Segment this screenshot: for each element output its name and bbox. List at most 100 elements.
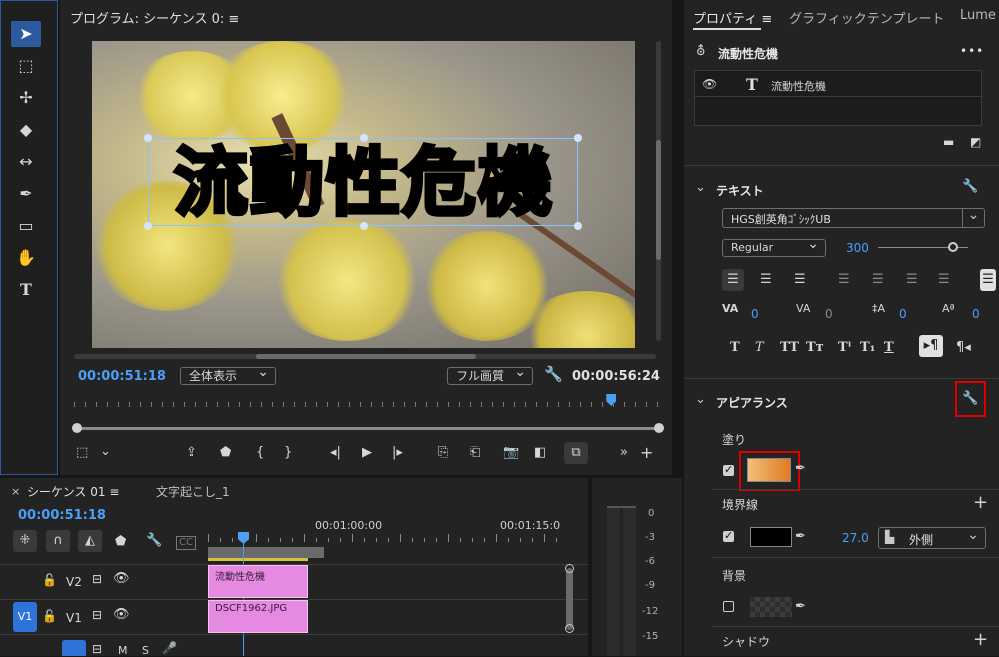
play-icon[interactable]: ▶ (362, 446, 372, 459)
add-button-icon[interactable]: + (640, 445, 653, 461)
tab-lumetri[interactable]: Lume (960, 8, 996, 23)
leading-icon[interactable]: ‡A (872, 303, 885, 314)
align-left-icon[interactable]: ☰ (722, 269, 744, 291)
program-current-time[interactable]: 00:00:51:18 (78, 369, 166, 384)
hand-tool-icon[interactable]: ✋ (11, 245, 41, 271)
ltr-direction-icon[interactable]: ▸¶ (919, 335, 943, 357)
pen-tool-icon[interactable]: ✒ (11, 181, 41, 207)
justify-right-icon[interactable]: ☰ (906, 273, 918, 286)
linked-selection-icon[interactable]: ◭ (78, 530, 102, 552)
step-back-icon[interactable]: ◂| (330, 446, 341, 459)
timeline-current-time[interactable]: 00:00:51:18 (18, 508, 106, 523)
more-options-icon[interactable]: ••• (960, 44, 984, 58)
new-layer-icon[interactable]: ◩ (970, 136, 981, 148)
baseline-shift-icon[interactable]: Aª (942, 303, 955, 314)
leading-value[interactable]: 0 (899, 307, 907, 321)
zoom-bar-left-handle[interactable] (72, 423, 82, 433)
stroke-width-value[interactable]: 27.0 (842, 531, 869, 545)
eyedropper-icon[interactable]: ✒ (795, 462, 806, 475)
layer-row[interactable] (695, 71, 981, 97)
compare-icon[interactable]: ◧ (534, 446, 546, 459)
add-marker-icon[interactable]: ⬟ (220, 446, 231, 459)
razor-tool-icon[interactable]: ◆ (11, 117, 41, 143)
multicam-icon[interactable]: ⧉ (564, 442, 588, 464)
chevron-down-icon[interactable]: ⌄ (695, 392, 706, 407)
justify-all-icon[interactable]: ☰ (938, 273, 950, 286)
mark-in-icon[interactable]: { (256, 446, 264, 459)
settings-wrench-icon[interactable]: 🔧 (544, 367, 563, 382)
zoom-dropdown[interactable]: 全体表示 (180, 364, 276, 385)
baseline-shift-value[interactable]: 0 (972, 307, 980, 321)
source-patch-a1[interactable] (62, 640, 86, 656)
timeline-vscroll-handle[interactable] (565, 624, 574, 633)
superscript-icon[interactable]: Tˡ (838, 341, 851, 354)
timeline-vscroll[interactable] (566, 568, 573, 630)
settings-wrench-icon[interactable]: 🔧 (146, 534, 162, 547)
font-size-value[interactable]: 300 (846, 241, 869, 255)
monitor-hscroll-thumb[interactable] (256, 354, 476, 359)
eyedropper-icon[interactable]: ✒ (795, 600, 806, 613)
background-color-swatch[interactable] (750, 597, 792, 617)
eye-icon[interactable]: 👁 (113, 608, 130, 621)
subscript-icon[interactable]: T₁ (860, 341, 875, 354)
snap-icon[interactable]: ∩ (46, 530, 70, 552)
more-controls-icon[interactable]: » (620, 446, 628, 459)
insert-icon[interactable]: ⎗ (470, 446, 480, 459)
align-center-icon[interactable]: ☰ (760, 273, 772, 286)
sync-lock-icon[interactable]: ⊟ (92, 643, 102, 655)
safe-margins-icon[interactable]: ⬚ (76, 446, 88, 459)
kerning-icon[interactable]: VA (722, 303, 738, 314)
zoom-bar-right-handle[interactable] (654, 423, 664, 433)
tracking-value[interactable]: 0 (825, 307, 833, 321)
font-size-slider-thumb[interactable] (948, 242, 958, 252)
lift-icon[interactable]: ⇪ (186, 446, 197, 459)
timeline-vscroll-handle[interactable] (565, 564, 574, 573)
track-select-tool-icon[interactable]: ⬚ (11, 53, 41, 79)
mark-out-icon[interactable]: } (284, 446, 292, 459)
sync-lock-icon[interactable]: ⊟ (92, 609, 102, 621)
mute-button[interactable]: M (118, 644, 128, 657)
eye-icon[interactable]: 👁 (702, 78, 717, 90)
selection-tool-icon[interactable]: ➤ (11, 21, 41, 47)
captions-icon[interactable]: CC (176, 536, 196, 550)
camera-icon[interactable]: 📷 (503, 446, 519, 459)
quality-dropdown[interactable]: フル画質 (447, 364, 533, 385)
faux-bold-icon[interactable]: T (730, 341, 740, 354)
justify-left-icon[interactable]: ☰ (838, 273, 850, 286)
source-patch-v1[interactable]: V1 (13, 602, 37, 632)
underline-icon[interactable]: T (884, 341, 894, 354)
rectangle-tool-icon[interactable]: ▭ (11, 213, 41, 239)
add-shadow-icon[interactable]: + (973, 631, 988, 649)
font-style-dropdown[interactable]: Regular (722, 236, 826, 257)
faux-italic-icon[interactable]: T (755, 341, 764, 354)
tracking-icon[interactable]: VA (796, 303, 810, 314)
program-playhead[interactable] (606, 394, 617, 406)
slip-tool-icon[interactable]: ↔ (11, 149, 41, 175)
stroke-checkbox[interactable] (723, 529, 734, 542)
type-tool-icon[interactable]: T (11, 277, 41, 303)
add-marker-icon[interactable]: ⬟ (115, 535, 126, 548)
stroke-position-dropdown[interactable]: ▙ 外側 ⌄ (878, 527, 986, 549)
small-caps-icon[interactable]: Tᴛ (806, 341, 824, 354)
chevron-down-icon[interactable]: ⌄ (695, 180, 706, 195)
nest-toggle-icon[interactable]: ⁜ (13, 530, 37, 552)
clip-image[interactable]: DSCF1962.JPG (208, 600, 308, 633)
add-stroke-icon[interactable]: + (973, 494, 988, 512)
folder-icon[interactable]: ▬ (943, 136, 954, 148)
settings-wrench-icon[interactable]: 🔧 (962, 180, 978, 193)
fill-checkbox[interactable] (723, 463, 734, 476)
eyedropper-icon[interactable]: ✒ (795, 530, 806, 543)
monitor-vscroll-thumb[interactable] (656, 140, 661, 260)
kerning-value[interactable]: 0 (751, 307, 759, 321)
solo-button[interactable]: S (142, 644, 149, 657)
fill-color-swatch[interactable] (747, 458, 791, 482)
extract-icon[interactable]: ⎘ (438, 446, 448, 459)
font-dropdown[interactable]: HGS創英角ｺﾞｼｯｸUB ⌄ (722, 208, 985, 228)
stroke-color-swatch[interactable] (750, 527, 792, 547)
clip-title[interactable]: 流動性危機 (208, 565, 308, 598)
ripple-edit-tool-icon[interactable]: ✢ (11, 85, 41, 111)
chevron-down-icon[interactable]: ⌄ (100, 445, 111, 458)
lock-icon[interactable]: 🔓 (42, 610, 57, 622)
eye-icon[interactable]: 👁 (113, 572, 130, 585)
rtl-direction-icon[interactable]: ¶◂ (956, 341, 971, 354)
